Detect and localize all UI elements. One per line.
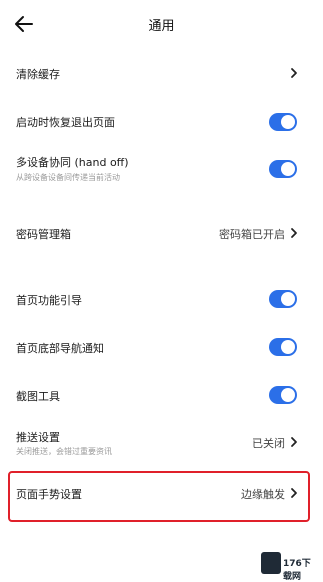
clear-cache-label: 清除缓存 (16, 68, 60, 81)
toggle-knob (281, 388, 295, 402)
bottom-nav-notify-toggle[interactable] (269, 338, 297, 356)
screenshot-tool-toggle[interactable] (269, 386, 297, 404)
chevron-right-icon (291, 437, 297, 447)
handoff-subtitle: 从跨设备设备间传递当前活动 (16, 173, 120, 182)
password-manager-value: 密码箱已开启 (219, 228, 285, 241)
handoff-toggle[interactable] (269, 160, 297, 178)
screenshot-tool-label: 截图工具 (16, 390, 60, 403)
screenshot-tool-row: 截图工具 (0, 380, 323, 410)
password-manager-label: 密码管理箱 (16, 228, 71, 241)
restore-pages-label: 启动时恢复退出页面 (16, 116, 115, 129)
restore-pages-row: 启动时恢复退出页面 (0, 106, 323, 136)
watermark-text: 176下载网 (283, 559, 311, 582)
restore-pages-toggle[interactable] (269, 113, 297, 131)
toggle-knob (281, 162, 295, 176)
bottom-nav-notify-label: 首页底部导航通知 (16, 342, 104, 355)
toggle-knob (281, 292, 295, 306)
watermark-logo (261, 552, 281, 574)
home-guide-label: 首页功能引导 (16, 294, 82, 307)
clear-cache-row[interactable]: 清除缓存 (0, 58, 323, 88)
toggle-knob (281, 340, 295, 354)
push-settings-subtitle: 关闭推送，会错过重要资讯 (16, 447, 112, 456)
chevron-right-icon (291, 68, 297, 78)
toggle-knob (281, 115, 295, 129)
push-settings-value: 已关闭 (252, 437, 285, 450)
password-manager-row[interactable]: 密码管理箱 密码箱已开启 (0, 218, 323, 248)
gesture-settings-label: 页面手势设置 (16, 488, 82, 501)
push-settings-row[interactable]: 推送设置 关闭推送，会错过重要资讯 已关闭 (0, 425, 323, 461)
gesture-settings-row[interactable]: 页面手势设置 边缘触发 (0, 480, 323, 510)
header: 通用 (0, 0, 323, 48)
gesture-settings-value: 边缘触发 (241, 488, 285, 501)
handoff-row: 多设备协同 (hand off) 从跨设备设备间传递当前活动 (0, 150, 323, 186)
chevron-right-icon (291, 228, 297, 238)
bottom-nav-notify-row: 首页底部导航通知 (0, 332, 323, 362)
handoff-label: 多设备协同 (hand off) (16, 156, 129, 169)
home-guide-row: 首页功能引导 (0, 284, 323, 314)
page-title: 通用 (148, 19, 175, 34)
push-settings-label: 推送设置 (16, 431, 60, 444)
home-guide-toggle[interactable] (269, 290, 297, 308)
chevron-right-icon (291, 488, 297, 498)
watermark: 176下载网 (261, 552, 317, 582)
